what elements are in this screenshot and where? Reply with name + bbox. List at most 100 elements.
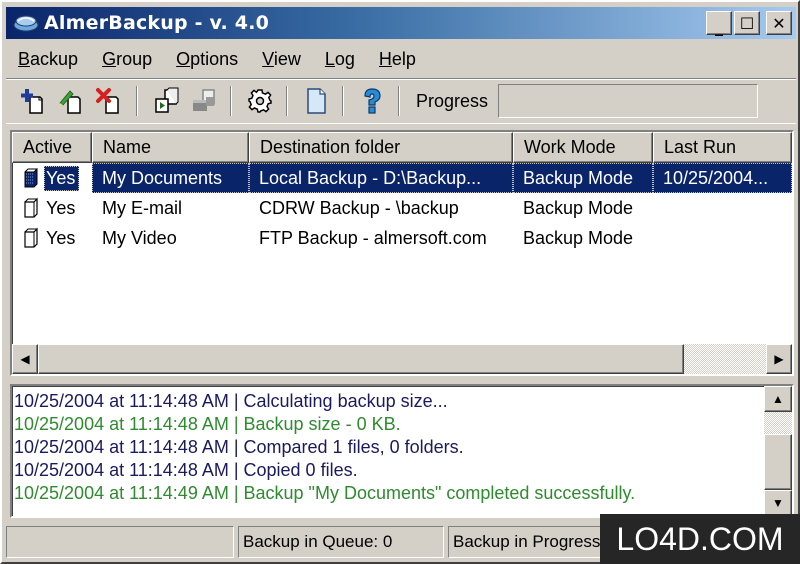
cell-work-mode: Backup Mode [513,163,653,193]
arrow-left-icon: ◀ [20,352,30,366]
cell-destination: CDRW Backup - \backup [259,197,459,218]
menu-view[interactable]: View [250,49,313,70]
menu-bar: Backup Group Options View Log Help [6,44,428,74]
title-bar[interactable]: AlmerBackup - v. 4.0 _ ☐ ✕ [6,7,796,39]
log-line: 10/25/2004 at 11:14:49 AM | Backup "My D… [14,483,636,503]
log-pane[interactable]: 10/25/2004 at 11:14:48 AM | Calculating … [10,384,794,518]
arrow-up-icon: ▲ [772,392,784,406]
progress-bar [498,84,759,118]
toolbar-separator [230,86,232,116]
window-title: AlmerBackup - v. 4.0 [44,12,270,34]
cell-active-text: Yes [46,197,76,218]
close-icon: ✕ [772,13,786,33]
status-panel-main [6,526,234,558]
cell-active-text: Yes [44,165,80,191]
cell-last-run: 10/25/2004... [653,163,792,193]
menu-log[interactable]: Log [313,49,367,70]
menu-accel: H [378,48,392,69]
edit-backup-button[interactable] [54,83,90,119]
run-icon [155,87,179,113]
column-header-work-mode[interactable]: Work Mode [513,132,653,163]
backup-job-icon [24,227,38,248]
settings-button[interactable] [242,83,278,119]
progress-label: Progress [416,90,489,111]
edit-icon [59,90,81,114]
scroll-down-button[interactable]: ▼ [764,490,792,516]
menu-group[interactable]: Group [90,49,164,70]
menu-help[interactable]: Help [367,49,428,70]
add-icon [21,89,43,114]
run-all-backups-button[interactable] [186,83,222,119]
gear-icon [248,89,272,113]
menu-label: ptions [190,48,239,69]
menu-label: og [334,48,355,69]
menu-options[interactable]: Options [164,49,250,70]
horizontal-scroll-track[interactable] [684,344,766,374]
scroll-up-button[interactable]: ▲ [764,386,792,412]
arrow-down-icon: ▼ [772,496,784,510]
list-header: Active Name Destination folder Work Mode… [12,132,792,163]
close-button[interactable]: ✕ [766,11,792,35]
backup-job-icon [24,197,38,218]
add-backup-button[interactable] [16,83,52,119]
column-header-name[interactable]: Name [92,132,249,163]
document-icon [307,88,326,114]
cell-work-mode: Backup Mode [523,197,634,218]
delete-icon [96,88,119,114]
table-row[interactable]: Yes My Documents Local Backup - D:\Backu… [12,163,792,193]
column-header-destination[interactable]: Destination folder [249,132,513,163]
horizontal-scrollbar[interactable]: ◀ ▶ [12,344,792,374]
cell-name: My Documents [92,163,249,193]
toolbar-separator [398,86,400,116]
cell-destination: Local Backup - D:\Backup... [249,163,513,193]
cell-name: My E-mail [102,197,182,218]
log-line: 10/25/2004 at 11:14:48 AM | Calculating … [14,391,448,411]
menu-accel: V [262,48,274,69]
run-all-icon [193,89,215,111]
menu-accel: O [176,48,191,69]
cell-active: Yes [12,227,92,249]
menu-accel: B [18,48,31,69]
help-button[interactable] [354,83,390,119]
toolbar-separator [286,86,288,116]
help-icon [364,88,381,114]
cell-active: Yes [12,197,92,219]
view-log-button[interactable] [298,83,334,119]
vertical-scrollbar[interactable]: ▲ ▼ [764,386,792,516]
column-header-active[interactable]: Active [12,132,92,163]
cell-active: Yes [12,165,92,191]
log-lines: 10/25/2004 at 11:14:48 AM | Calculating … [14,390,635,505]
table-row[interactable]: Yes My Video FTP Backup - almersoft.com … [12,223,792,253]
menu-backup[interactable]: Backup [6,49,90,70]
scroll-left-button[interactable]: ◀ [12,344,38,374]
menu-label: ackup [30,48,79,69]
menu-accel: G [102,48,117,69]
run-backup-button[interactable] [148,83,184,119]
app-window: AlmerBackup - v. 4.0 _ ☐ ✕ Backup Group … [0,0,800,564]
horizontal-scroll-thumb[interactable] [38,344,684,374]
cell-active-text: Yes [46,227,76,248]
toolbar-separator [342,86,344,116]
menu-label: elp [391,48,416,69]
menu-label: roup [116,48,153,69]
log-line: 10/25/2004 at 11:14:48 AM | Copied 0 fil… [14,460,358,480]
cell-work-mode: Backup Mode [523,227,634,248]
log-line: 10/25/2004 at 11:14:48 AM | Compared 1 f… [14,437,464,457]
minimize-icon: _ [715,16,723,36]
toolbar: Progress [6,78,796,124]
status-queue: Backup in Queue: 0 [238,526,444,558]
maximize-icon: ☐ [739,13,755,33]
backup-job-icon [24,167,38,188]
delete-backup-button[interactable] [92,83,128,119]
vertical-scroll-thumb[interactable] [764,434,792,490]
column-header-last-run[interactable]: Last Run [653,132,792,163]
minimize-button[interactable]: _ [706,11,732,36]
menu-label: iew [273,48,301,69]
table-row[interactable]: Yes My E-mail CDRW Backup - \backup Back… [12,193,792,223]
app-logo-icon [13,15,39,32]
toolbar-separator [136,86,138,116]
backup-list[interactable]: Active Name Destination folder Work Mode… [10,130,794,376]
cell-name: My Video [102,227,177,248]
maximize-button[interactable]: ☐ [734,11,760,35]
scroll-right-button[interactable]: ▶ [766,344,792,374]
